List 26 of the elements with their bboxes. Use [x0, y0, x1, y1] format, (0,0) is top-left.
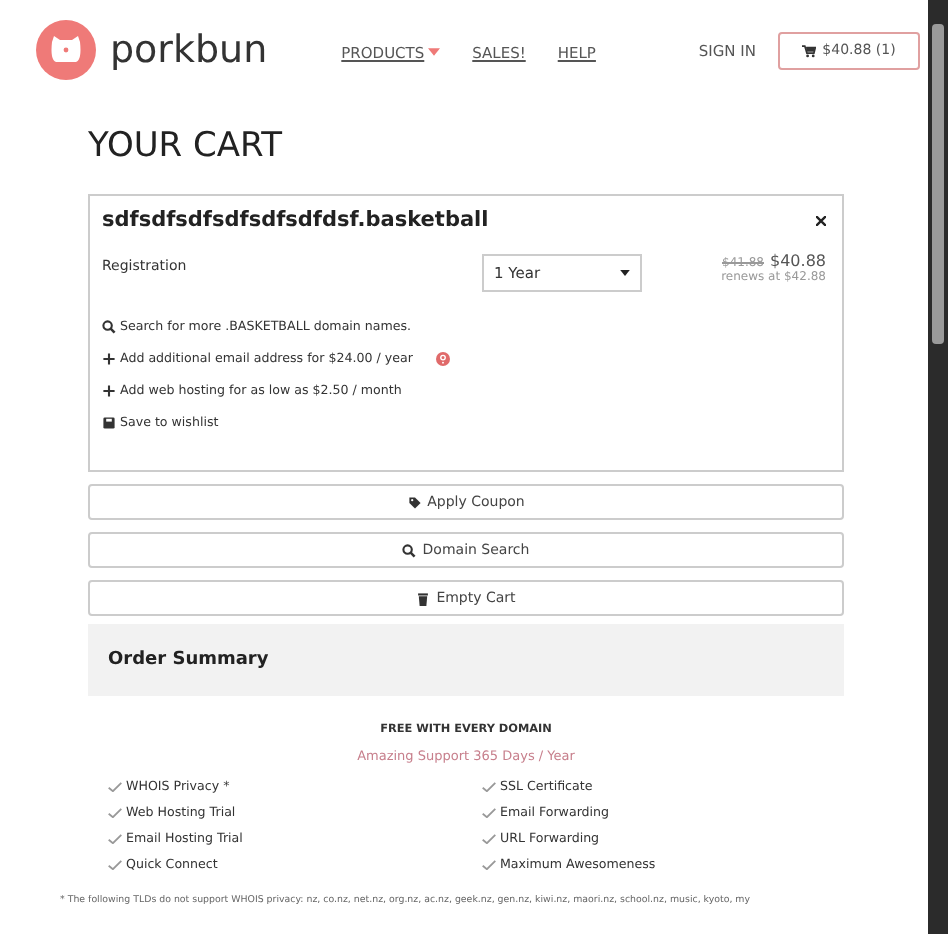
price: $40.88: [770, 252, 826, 270]
close-icon[interactable]: [816, 215, 826, 225]
scrollbar[interactable]: [928, 0, 948, 934]
cart-icon: [802, 43, 817, 57]
search-icon: [102, 320, 116, 334]
check-icon: [108, 808, 122, 818]
tag-icon: [407, 495, 422, 509]
domain-name: sdfsdfsdfsdfsdfsdfdsf.basketball: [102, 208, 489, 232]
check-icon: [482, 782, 496, 792]
plus-icon: [102, 352, 116, 366]
summary-title: Order Summary: [108, 650, 269, 670]
check-icon: [482, 808, 496, 818]
help-icon[interactable]: [436, 352, 451, 366]
plus-icon: [102, 384, 116, 398]
check-icon: [482, 834, 496, 844]
trash-icon: [416, 591, 431, 605]
check-icon: [108, 782, 122, 792]
caret-icon: [620, 270, 630, 276]
page-title: YOUR CART: [88, 126, 284, 166]
check-icon: [108, 860, 122, 870]
search-icon: [402, 543, 417, 557]
caret-icon: [428, 48, 441, 56]
brand-name[interactable]: porkbun: [110, 28, 268, 72]
check-icon: [108, 834, 122, 844]
check-icon: [482, 860, 496, 870]
save-icon: [102, 416, 116, 430]
